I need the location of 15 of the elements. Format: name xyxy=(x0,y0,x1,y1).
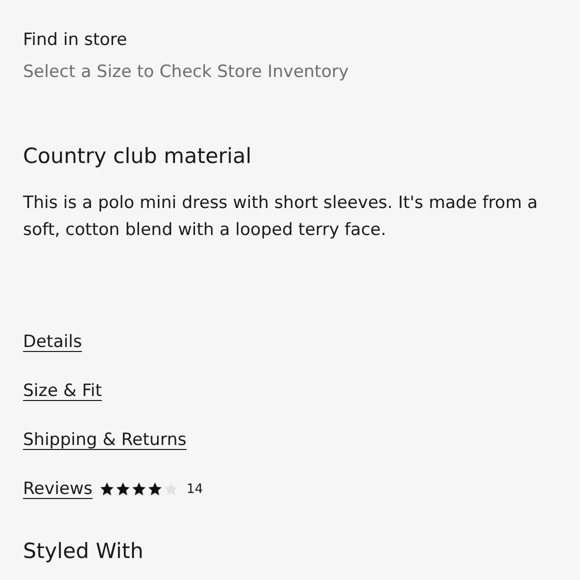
reviews-link[interactable]: Reviews xyxy=(23,477,93,501)
accordion-link[interactable]: Shipping & Returns xyxy=(23,430,186,450)
star-icon xyxy=(114,481,131,497)
product-description: This is a polo mini dress with short sleeves. It's made from a soft, cotton blend with a looped terry face. xyxy=(23,192,539,242)
accordion-link[interactable]: Size & Fit xyxy=(23,381,102,401)
star-icon xyxy=(146,481,163,497)
review-count: 14 xyxy=(186,482,204,496)
find-in-store-title: Find in store xyxy=(23,29,128,52)
accordion-link[interactable]: Details xyxy=(23,332,82,352)
section-heading: Country club material xyxy=(23,143,252,170)
store-inventory-hint: Select a Size to Check Store Inventory xyxy=(23,61,350,84)
star-icon xyxy=(162,481,179,497)
star-icon xyxy=(130,481,147,497)
section-heading: Styled With xyxy=(23,538,144,565)
star-icon xyxy=(98,481,115,497)
